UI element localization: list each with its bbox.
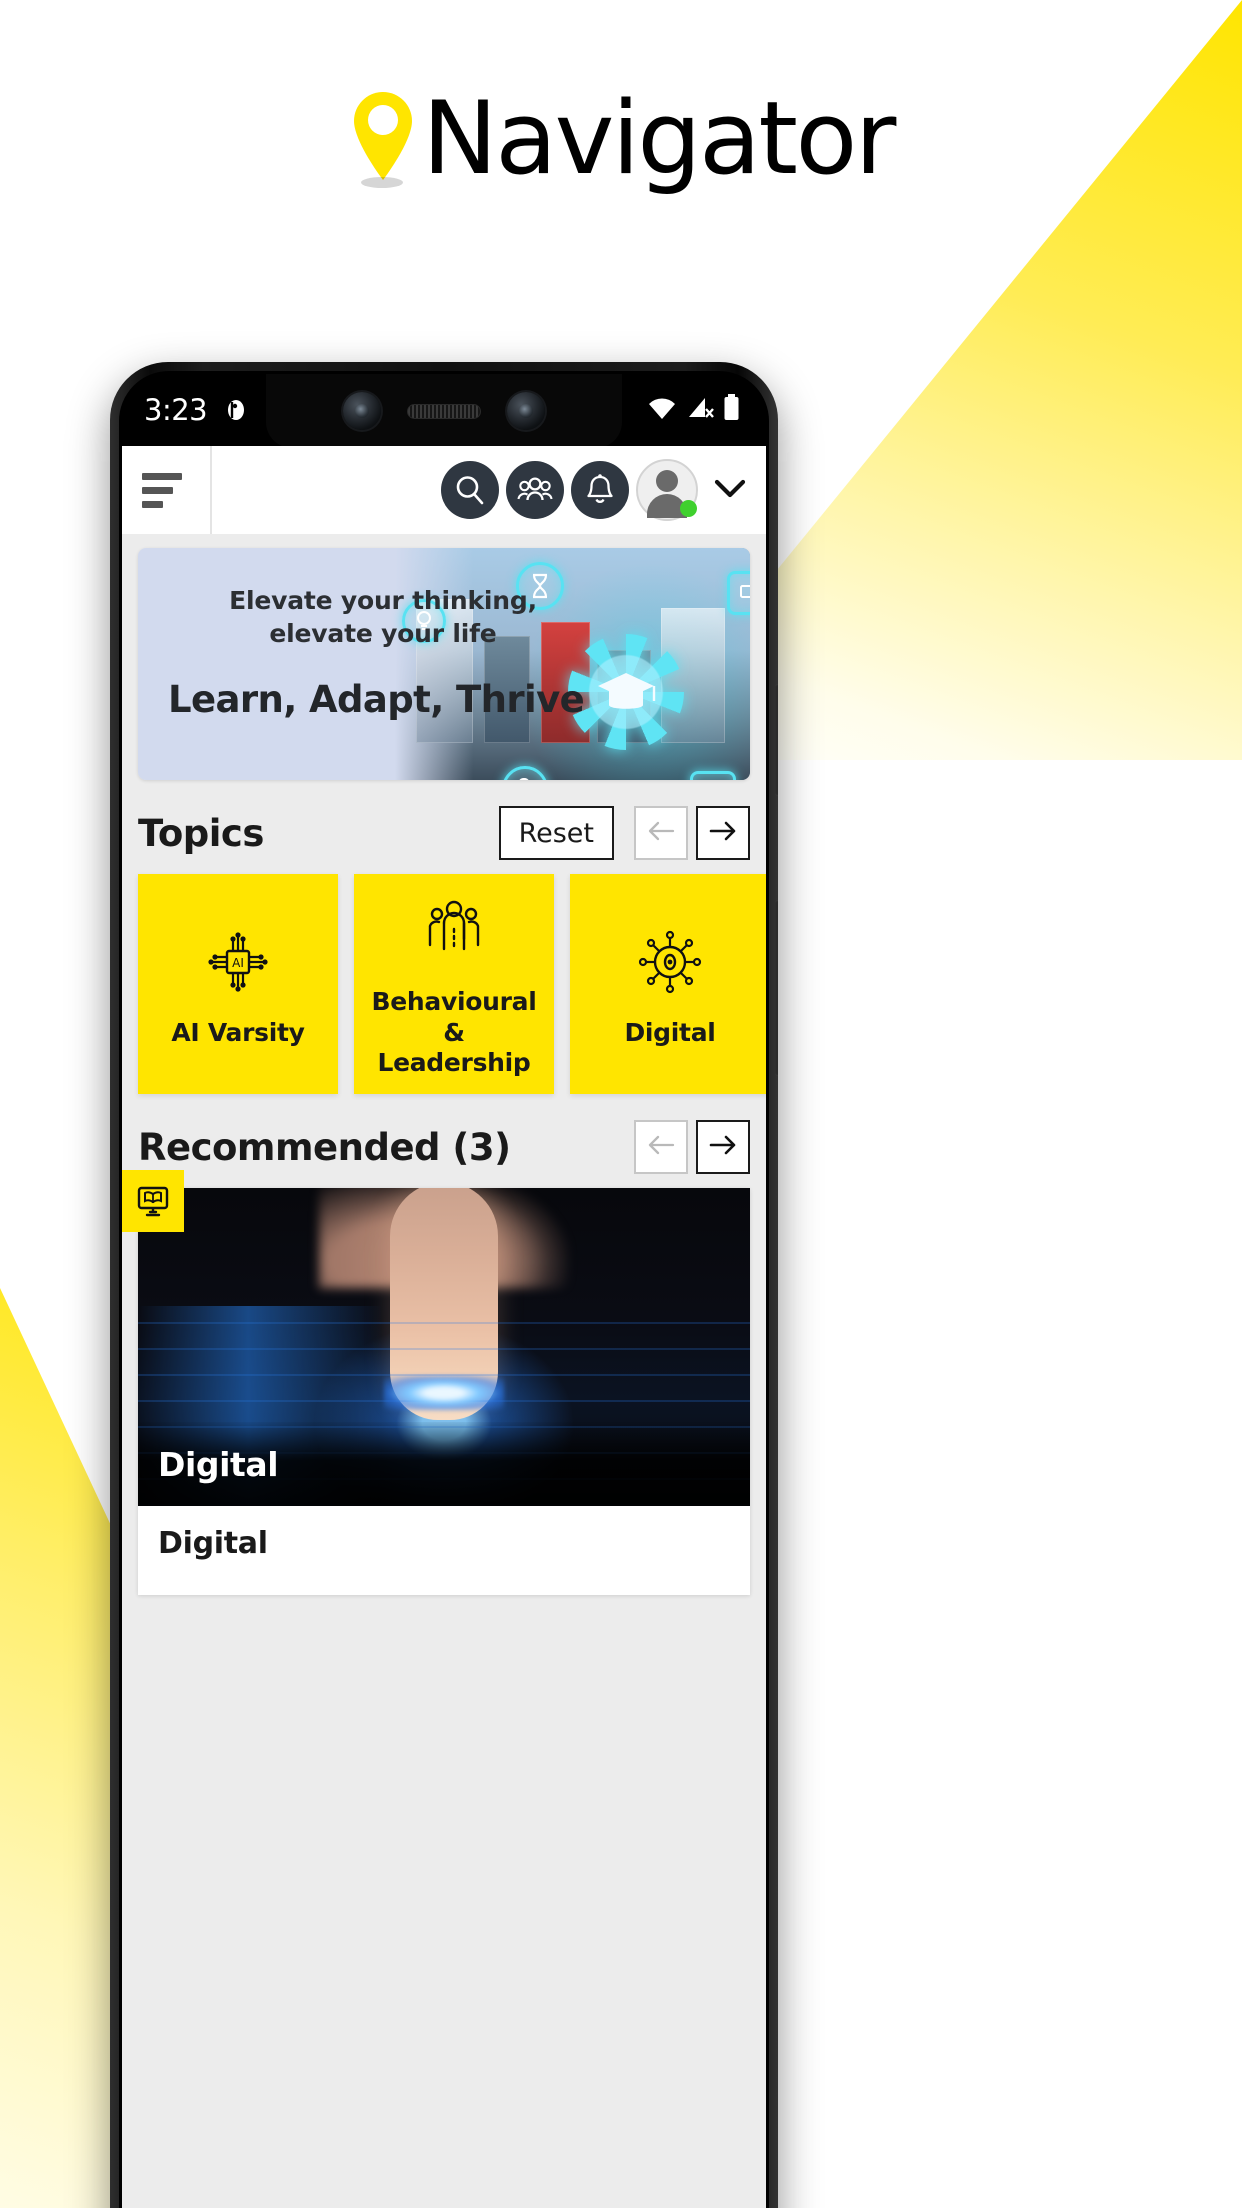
banner-headline: Learn, Adapt, Thrive <box>168 678 585 721</box>
topics-reset-button[interactable]: Reset <box>498 806 614 860</box>
topics-title: Topics <box>138 811 264 855</box>
arrow-left-icon <box>646 820 676 847</box>
brand-title-row: Navigator <box>0 86 1242 190</box>
phone-mockup: 3:23 Elevate your thinking, elevate your… <box>110 362 778 2208</box>
wrench-icon <box>501 766 548 780</box>
recommended-next-button[interactable] <box>696 1120 750 1174</box>
app-store-screenshot: Navigator 3:23 Elevate your thinking, el… <box>0 0 1242 2208</box>
app-content: Elevate your thinking, elevate your life… <box>122 548 766 1595</box>
search-icon[interactable] <box>441 461 499 519</box>
chevron-down-icon[interactable] <box>712 475 748 506</box>
phone-notch <box>266 374 622 448</box>
topics-next-button[interactable] <box>696 806 750 860</box>
elearning-monitor-icon <box>122 1170 184 1232</box>
promo-banner[interactable]: Elevate your thinking, elevate your life… <box>138 548 750 780</box>
arrow-right-icon <box>708 1134 738 1161</box>
header-actions <box>441 459 766 521</box>
topics-carousel[interactable]: AI AI Varsity Behavioural & Leadership D… <box>122 874 766 1094</box>
recommended-card-name: Digital <box>158 1526 268 1561</box>
topic-card-behavioural-leadership[interactable]: Behavioural & Leadership <box>354 874 554 1094</box>
calendar-icon <box>689 771 736 780</box>
topic-card-ai-varsity[interactable]: AI AI Varsity <box>138 874 338 1094</box>
phone-power-button[interactable] <box>775 684 778 796</box>
signal-no-sim-icon <box>686 395 714 426</box>
arrow-right-icon <box>708 820 738 847</box>
phone-volume-button[interactable] <box>775 900 778 1076</box>
front-camera-right-icon <box>507 392 545 430</box>
status-time: 3:23 <box>144 393 208 427</box>
arrow-left-icon <box>646 1134 676 1161</box>
topic-card-digital[interactable]: Digital <box>570 874 766 1094</box>
recommended-card-overlay: Digital <box>138 1422 750 1506</box>
phone-screen: 3:23 Elevate your thinking, elevate your… <box>119 371 769 2208</box>
app-viewport: Elevate your thinking, elevate your life… <box>122 446 766 2208</box>
hamburger-menu-icon[interactable] <box>142 472 188 508</box>
avatar[interactable] <box>636 459 698 521</box>
status-icons <box>647 394 740 426</box>
status-bar: 3:23 <box>122 374 766 448</box>
monitor-icon <box>727 571 750 616</box>
topics-prev-button[interactable] <box>634 806 688 860</box>
recommended-card-image: Digital <box>138 1188 750 1506</box>
topic-card-label: AI Varsity <box>171 1017 305 1047</box>
topic-card-label: Behavioural & Leadership <box>371 987 537 1078</box>
recommended-title: Recommended (3) <box>138 1125 511 1169</box>
recommended-section-header: Recommended (3) <box>122 1094 766 1188</box>
ai-chip-icon: AI <box>200 920 276 1004</box>
map-pin-shadow <box>361 177 404 188</box>
svg-text:AI: AI <box>232 956 244 970</box>
app-header <box>122 446 766 534</box>
people-group-icon <box>416 889 492 973</box>
people-icon[interactable] <box>506 461 564 519</box>
recommended-prev-button[interactable] <box>634 1120 688 1174</box>
header-divider <box>210 446 212 534</box>
recommended-card[interactable]: Digital Digital <box>122 1170 750 1595</box>
bell-icon[interactable] <box>571 461 629 519</box>
map-pin-icon <box>348 86 418 190</box>
digital-virus-icon <box>632 920 708 1004</box>
banner-subtitle: Elevate your thinking, elevate your life <box>229 586 537 648</box>
banner-text: Elevate your thinking, elevate your life… <box>168 584 598 721</box>
earpiece-speaker <box>407 403 481 419</box>
front-camera-left-icon <box>343 392 381 430</box>
topics-section-header: Topics Reset <box>122 780 766 874</box>
notification-dot-icon <box>223 397 249 423</box>
recommended-card-meta: Digital <box>138 1506 750 1595</box>
wifi-icon <box>647 395 677 426</box>
topic-card-label: Digital <box>624 1017 716 1047</box>
page-title: Navigator <box>422 78 896 197</box>
recommended-card-overlay-title: Digital <box>158 1444 279 1484</box>
status-badge <box>680 500 697 517</box>
battery-full-icon <box>723 394 740 426</box>
